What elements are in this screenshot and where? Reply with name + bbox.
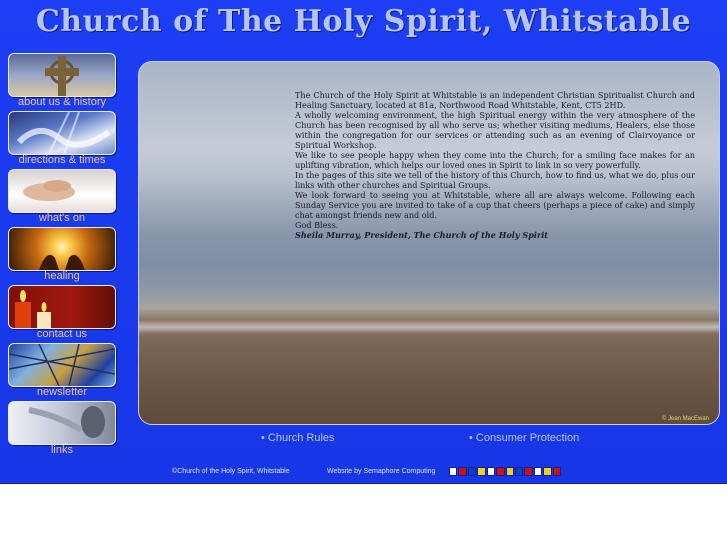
angel-statue-icon <box>8 401 116 445</box>
flag-icon <box>477 467 486 476</box>
flag-icon <box>486 467 496 476</box>
nav-item-healing[interactable]: healing <box>7 227 117 283</box>
nav-item-whats-on[interactable]: what's on <box>7 169 117 225</box>
nav-item-directions[interactable]: directions & times <box>7 111 117 167</box>
flag-icon <box>524 467 533 476</box>
nav-label: newsletter <box>36 386 88 398</box>
flag-icon <box>449 467 458 476</box>
copyright-text: ©Church of the Holy Spirit, Whitstable <box>172 468 290 475</box>
flag-icon <box>552 467 562 476</box>
semaphore-flags-icon <box>449 467 562 476</box>
developer-credit-link[interactable]: Website by Semaphore Computing <box>327 468 435 475</box>
paragraph: We look forward to seeing you at Whitsta… <box>295 190 695 220</box>
flag-icon <box>533 467 543 476</box>
nav-label: what's on <box>38 212 86 224</box>
nav-label: healing <box>44 270 80 282</box>
flag-icon <box>505 467 514 476</box>
stained-glass-icon <box>8 343 116 387</box>
flag-icon <box>514 467 524 476</box>
beach-photo: The Church of the Holy Spirit at Whitsta… <box>138 61 720 425</box>
nav-item-about-us[interactable]: about us & history <box>7 53 117 109</box>
paragraph: In the pages of this site we tell of the… <box>295 170 695 190</box>
welcome-text: The Church of the Holy Spirit at Whitsta… <box>295 90 695 240</box>
photo-credit: © Jean MacEwan <box>661 416 709 422</box>
sunbeam-clouds-icon <box>8 111 116 155</box>
flag-icon <box>543 467 552 476</box>
flag-icon <box>458 467 467 476</box>
nav-item-links[interactable]: links <box>7 401 117 457</box>
flag-icon <box>496 467 505 476</box>
celtic-cross-icon <box>8 53 116 97</box>
praying-hands-icon <box>8 169 116 213</box>
paragraph: A wholly welcoming environment, the high… <box>295 110 695 150</box>
page-background: Church of The Holy Spirit, Whitstable ab… <box>0 0 727 484</box>
paragraph: God Bless. <box>295 220 339 230</box>
consumer-protection-link[interactable]: • Consumer Protection <box>469 432 579 444</box>
nav-label: about us & history <box>17 96 107 108</box>
wave-line <box>139 320 719 334</box>
paragraph: The Church of the Holy Spirit at Whitsta… <box>295 90 695 110</box>
healing-hands-icon <box>8 227 116 271</box>
site-title: Church of The Holy Spirit, Whitstable <box>35 4 692 39</box>
paragraph: We like to see people happy when they co… <box>295 150 695 170</box>
nav-label: directions & times <box>18 154 106 166</box>
candles-icon <box>8 285 116 329</box>
church-rules-link[interactable]: • Church Rules <box>261 432 335 444</box>
nav-label: links <box>50 444 73 456</box>
nav-label: contact us <box>36 328 88 340</box>
flag-icon <box>467 467 477 476</box>
nav-item-contact-us[interactable]: contact us <box>7 285 117 341</box>
nav-item-newsletter[interactable]: newsletter <box>7 343 117 399</box>
signature: Sheila Murray, President, The Church of … <box>295 230 549 240</box>
